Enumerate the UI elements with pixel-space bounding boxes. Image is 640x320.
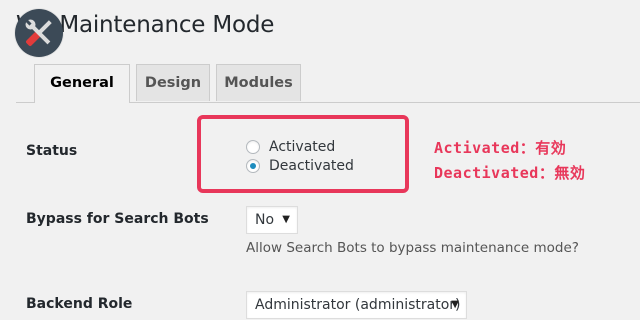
tab-bar: General Design Modules [16, 64, 640, 103]
bypass-label: Bypass for Search Bots [26, 211, 209, 227]
tab-design[interactable]: Design [136, 64, 210, 101]
status-option-activated[interactable]: Activated [246, 137, 335, 157]
annotation-deactivated: Deactivated：無効 [434, 164, 586, 182]
bypass-select[interactable]: No ▼ [246, 206, 298, 234]
radio-activated[interactable] [246, 140, 260, 154]
radio-deactivated-label: Deactivated [269, 158, 354, 174]
radio-activated-label: Activated [269, 139, 336, 155]
backend-role-select-value: Administrator (administrator) [255, 297, 461, 313]
backend-role-select[interactable]: Administrator (administrator) ▼ [246, 291, 467, 319]
status-option-deactivated[interactable]: Deactivated [246, 156, 354, 176]
chevron-down-icon: ▼ [451, 299, 459, 310]
annotation-activated: Activated：有効 [434, 139, 567, 157]
tab-modules[interactable]: Modules [216, 64, 301, 101]
chevron-down-icon: ▼ [282, 214, 290, 225]
tab-general[interactable]: General [34, 64, 130, 103]
plugin-logo-icon [15, 9, 63, 57]
bypass-description: Allow Search Bots to bypass maintenance … [246, 240, 579, 256]
bypass-select-value: No [255, 212, 275, 228]
backend-role-label: Backend Role [26, 296, 133, 312]
radio-deactivated[interactable] [246, 159, 260, 173]
status-label: Status [26, 143, 78, 159]
